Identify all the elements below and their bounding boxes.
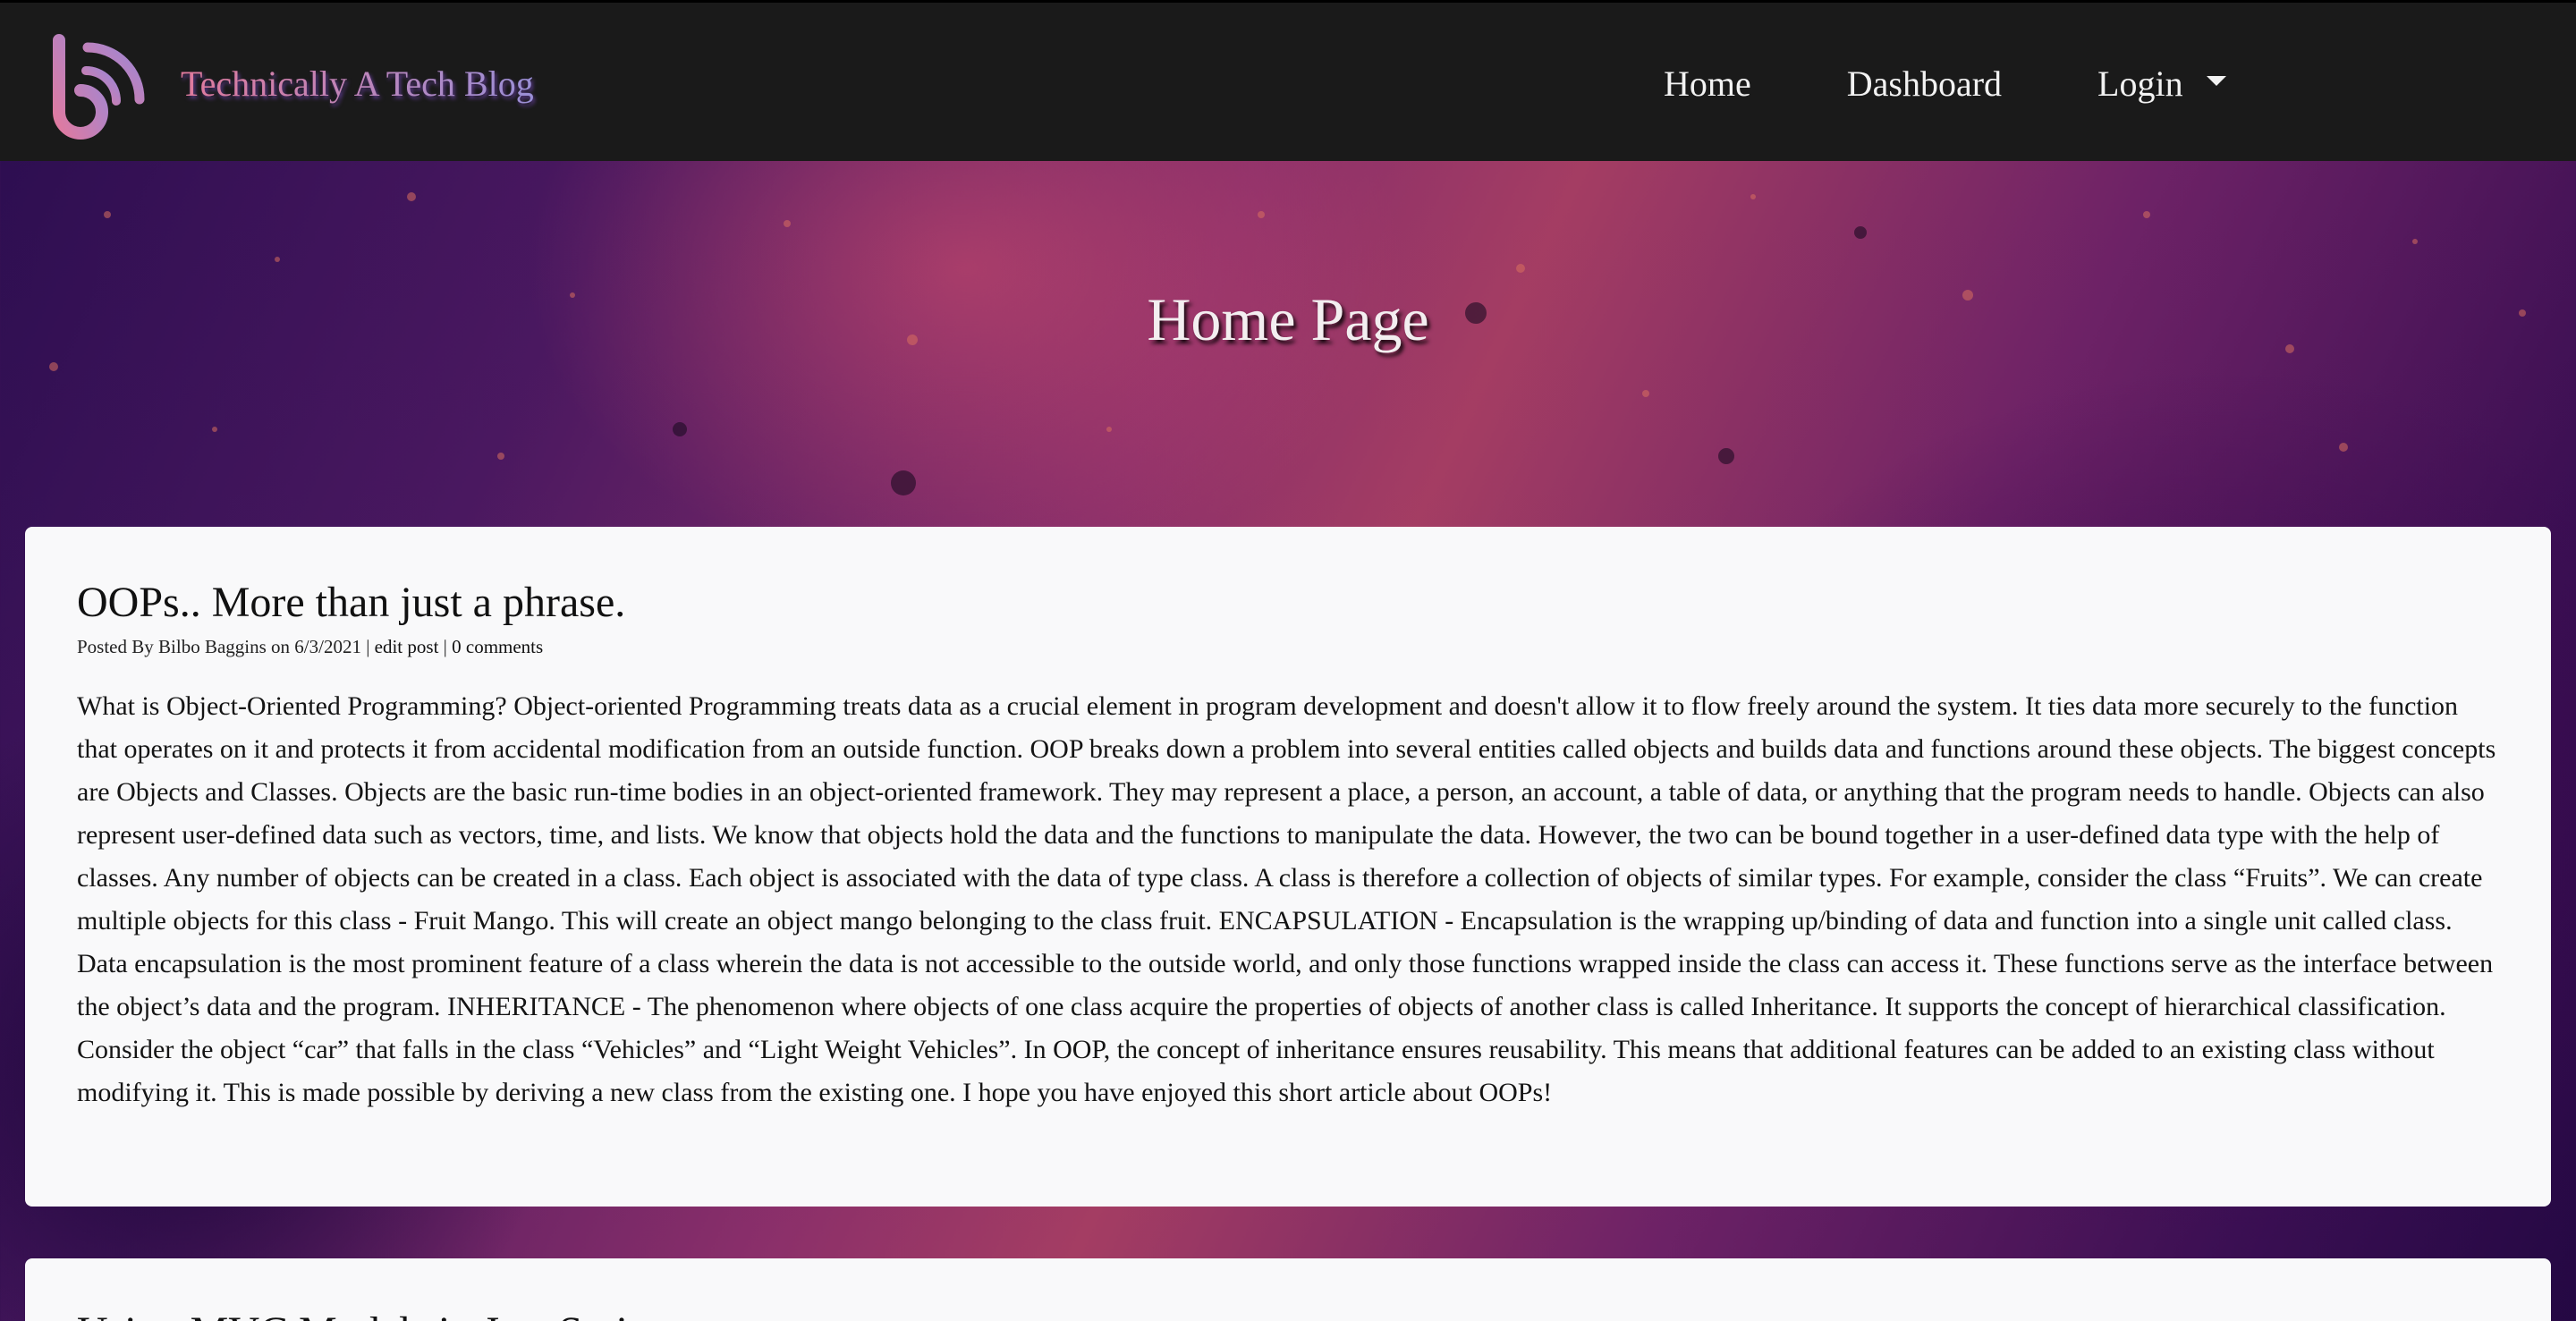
comments-link[interactable]: 0 comments: [452, 636, 543, 657]
post-title[interactable]: OOPs.. More than just a phrase.: [77, 527, 2499, 629]
caret-down-icon: [2206, 75, 2226, 86]
post-card: Using MVC Models in JavaScript: [25, 1258, 2551, 1321]
nav-dashboard-link[interactable]: Dashboard: [1847, 63, 2002, 105]
post-card: OOPs.. More than just a phrase. Posted B…: [25, 527, 2551, 1207]
post-body: What is Object-Oriented Programming? Obj…: [77, 690, 2496, 1107]
blog-b-logo-icon: [53, 34, 145, 140]
post-author-date: Posted By Bilbo Baggins on 6/3/2021 |: [77, 635, 375, 657]
post-meta: Posted By Bilbo Baggins on 6/3/2021 | ed…: [77, 636, 2499, 658]
nav-login-dropdown[interactable]: Login: [2097, 63, 2226, 105]
top-navbar: Technically A Tech Blog Home Dashboard L…: [0, 0, 2576, 161]
nav-login-label: Login: [2097, 63, 2183, 104]
nav-home-link[interactable]: Home: [1664, 63, 1751, 105]
nav-links: Home Dashboard Login: [1664, 3, 2226, 164]
page-title: Home Page: [1147, 285, 1429, 353]
post-title[interactable]: Using MVC Models in JavaScript: [77, 1258, 2499, 1321]
meta-separator: |: [438, 635, 453, 657]
brand-name: Technically A Tech Blog: [181, 63, 534, 104]
nav-dashboard-label: Dashboard: [1846, 63, 2003, 104]
nav-home-label: Home: [1664, 63, 1751, 104]
edit-post-link[interactable]: edit post: [375, 636, 439, 657]
brand-link[interactable]: Technically A Tech Blog: [47, 26, 534, 140]
